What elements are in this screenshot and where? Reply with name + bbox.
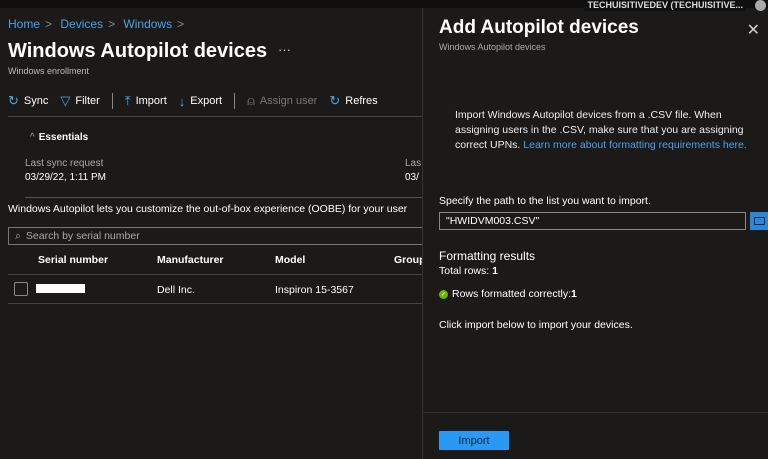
import-toolbar-button[interactable]: ⤒ Import — [125, 93, 167, 109]
search-placeholder: Search by serial number — [25, 230, 140, 242]
person-add-icon: ⍝ — [247, 93, 255, 108]
description: Windows Autopilot lets you customize the… — [8, 203, 408, 215]
browse-button[interactable] — [750, 212, 768, 230]
row-checkbox[interactable] — [14, 282, 28, 296]
sync-button[interactable]: ↻ Sync — [8, 93, 48, 109]
page-title: Windows Autopilot devices — [8, 40, 268, 62]
refresh-button[interactable]: ↻ Refres — [329, 93, 377, 109]
breadcrumb: Home > Devices > Windows > — [8, 17, 185, 31]
essentials-label: Essentials — [38, 132, 89, 143]
column-header-model[interactable]: Model — [275, 254, 305, 266]
autopilot-devices-page: Home > Devices > Windows > Windows Autopilo… — [0, 8, 422, 459]
total-rows: Total rows: 1 — [439, 265, 498, 277]
breadcrumb-windows[interactable]: Windows — [123, 17, 172, 31]
file-path-input[interactable]: "HWIDVM003.CSV" — [439, 212, 746, 230]
folder-icon — [754, 217, 765, 225]
export-label: Export — [190, 95, 223, 107]
last-sync-value: 03/29/22, 1:11 PM — [25, 172, 106, 183]
page-subtitle: Windows enrollment — [8, 66, 90, 76]
assign-user-button[interactable]: ⍝ Assign user — [247, 93, 317, 109]
rows-ok-value: 1 — [571, 288, 577, 300]
rows-ok: ✓ Rows formatted correctly: 1 — [439, 288, 577, 300]
formatting-results-heading: Formatting results — [439, 249, 536, 263]
panel-subtitle: Windows Autopilot devices — [439, 42, 546, 52]
column-header-manufacturer[interactable]: Manufacturer — [157, 254, 224, 266]
chevron-up-icon: ^ — [30, 132, 35, 143]
divider — [8, 116, 422, 117]
import-label: Import — [135, 95, 167, 107]
panel-title: Add Autopilot devices — [439, 17, 639, 38]
import-button[interactable]: Import — [439, 431, 509, 450]
refresh-icon: ↻ — [329, 93, 341, 108]
breadcrumb-devices[interactable]: Devices — [60, 17, 103, 31]
redacted-serial — [36, 284, 85, 293]
top-bar: TECHUISITIVEDEV (TECHUISITIVE... — [0, 0, 768, 11]
rows-ok-label: Rows formatted correctly: — [452, 288, 572, 300]
divider — [8, 274, 422, 275]
assign-user-label: Assign user — [259, 95, 318, 107]
sync-label: Sync — [23, 95, 49, 107]
column-header-group[interactable]: Group — [394, 254, 422, 266]
divider — [423, 412, 768, 413]
breadcrumb-home[interactable]: Home — [8, 17, 40, 31]
search-icon: ⌕ — [15, 229, 21, 242]
divider — [234, 93, 236, 109]
formatting-requirements-link[interactable]: Learn more about formatting requirements… — [523, 139, 747, 151]
success-check-icon: ✓ — [439, 289, 448, 299]
close-icon[interactable]: ✕ — [747, 20, 760, 40]
sync-icon: ↻ — [8, 93, 19, 108]
divider — [25, 197, 422, 198]
import-instruction: Click import below to import your device… — [439, 319, 633, 331]
cell-manufacturer: Dell Inc. — [157, 284, 195, 296]
intro-text: Import Windows Autopilot devices from a … — [455, 108, 755, 153]
last-sync-label: Last sync request — [25, 158, 104, 169]
column-header-serial[interactable]: Serial number — [38, 254, 108, 266]
tenant-name[interactable]: TECHUISITIVEDEV (TECHUISITIVE... — [584, 0, 746, 11]
divider — [8, 303, 422, 304]
essentials-col2-value: 03/ — [405, 172, 419, 183]
essentials-col2-label: Las — [405, 158, 422, 169]
add-autopilot-devices-panel: Add Autopilot devices Windows Autopilot … — [422, 8, 768, 459]
more-options-button[interactable]: ··· — [278, 42, 291, 57]
total-rows-label: Total rows: — [439, 265, 493, 277]
total-rows-value: 1 — [492, 265, 498, 277]
search-input[interactable]: ⌕ Search by serial number — [8, 227, 422, 245]
filter-label: Filter — [75, 95, 100, 107]
cell-model: Inspiron 15-3567 — [275, 284, 354, 296]
avatar[interactable] — [755, 0, 766, 11]
file-path-label: Specify the path to the list you want to… — [439, 195, 651, 207]
essentials-toggle[interactable]: ^ Essentials — [30, 132, 92, 143]
export-button[interactable]: ↓ Export — [179, 94, 222, 109]
divider — [111, 93, 113, 109]
download-icon: ↓ — [178, 93, 186, 109]
refresh-label: Refres — [345, 95, 378, 107]
filter-button[interactable]: ▽ Filter — [60, 93, 99, 109]
toolbar: ↻ Sync ▽ Filter ⤒ Import ↓ Export ⍝ Assign us… — [8, 92, 422, 110]
upload-icon: ⤒ — [124, 93, 131, 108]
filter-icon: ▽ — [60, 93, 71, 108]
